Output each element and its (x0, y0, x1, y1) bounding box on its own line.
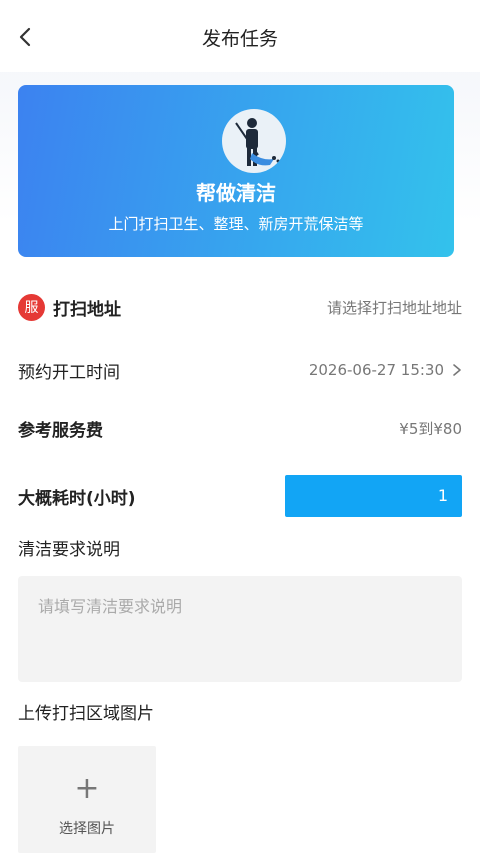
fee-value: ¥5到¥80 (399, 419, 462, 438)
page-title: 发布任务 (201, 28, 278, 50)
fee-label: 参考服务费 (18, 420, 103, 441)
schedule-value-group[interactable]: 2026-06-27 15:30 (309, 361, 462, 379)
hours-input[interactable]: 1 (285, 475, 462, 517)
schedule-value: 2026-06-27 15:30 (308, 361, 444, 379)
plus-icon: + (74, 771, 100, 806)
schedule-label: 预约开工时间 (18, 362, 120, 383)
hours-row: 大概耗时(小时) (18, 476, 278, 516)
address-label: 打扫地址 (53, 299, 121, 320)
upload-label-row: 上传打扫区域图片 (18, 691, 462, 731)
cleaner-icon (235, 118, 280, 166)
upload-label: 上传打扫区域图片 (18, 703, 154, 724)
cleaner-illustration (222, 109, 286, 173)
schedule-row[interactable]: 预约开工时间 2026-06-27 15:30 (18, 350, 462, 390)
address-placeholder[interactable]: 请选择打扫地址地址 (327, 297, 462, 318)
chevron-right-icon (453, 364, 461, 376)
top-bar: 发布任务 (0, 0, 480, 72)
upload-image-button[interactable]: + 选择图片 (18, 746, 156, 853)
fee-row: 参考服务费 ¥5到¥80 (18, 408, 462, 448)
upload-button-label: 选择图片 (59, 821, 115, 837)
description-textarea[interactable]: 请填写清洁要求说明 (18, 576, 462, 682)
description-label-row: 清洁要求说明 (18, 527, 462, 567)
service-badge: 服 (18, 293, 45, 321)
address-row[interactable]: 服 打扫地址 请选择打扫地址地址 (18, 287, 462, 327)
description-label: 清洁要求说明 (18, 539, 120, 560)
banner-subtitle: 上门打扫卫生、整理、新房开荒保洁等 (108, 215, 364, 233)
banner-title: 帮做清洁 (196, 181, 276, 205)
service-banner: 帮做清洁 上门打扫卫生、整理、新房开荒保洁等 (18, 85, 454, 257)
hours-label: 大概耗时(小时) (18, 488, 136, 509)
